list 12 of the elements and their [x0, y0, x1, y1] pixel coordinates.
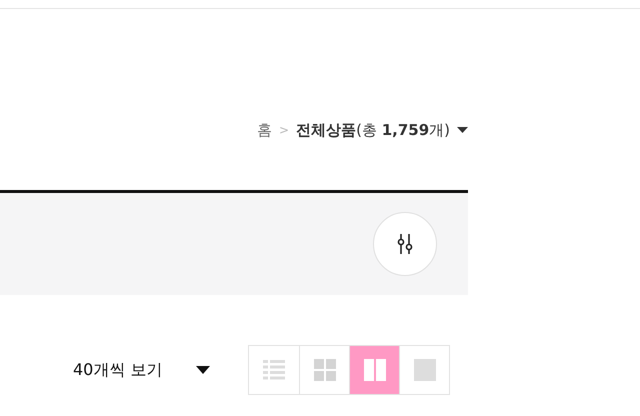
breadcrumb-separator: > [279, 123, 290, 137]
sliders-icon [395, 233, 415, 255]
view-mode-button[interactable] [349, 346, 400, 394]
home-link[interactable]: 홈 [257, 120, 272, 140]
grid-view-icon [314, 359, 336, 381]
two-column-icon [364, 359, 386, 381]
category-title: 전체상품(총 1,759개) [296, 120, 450, 140]
page-size-dropdown[interactable]: 40개씩 보기 [73, 360, 210, 380]
caret-icon[interactable] [457, 127, 468, 133]
square-view-icon [414, 359, 436, 381]
caret-icon [196, 366, 210, 374]
list-view-icon [263, 360, 286, 380]
